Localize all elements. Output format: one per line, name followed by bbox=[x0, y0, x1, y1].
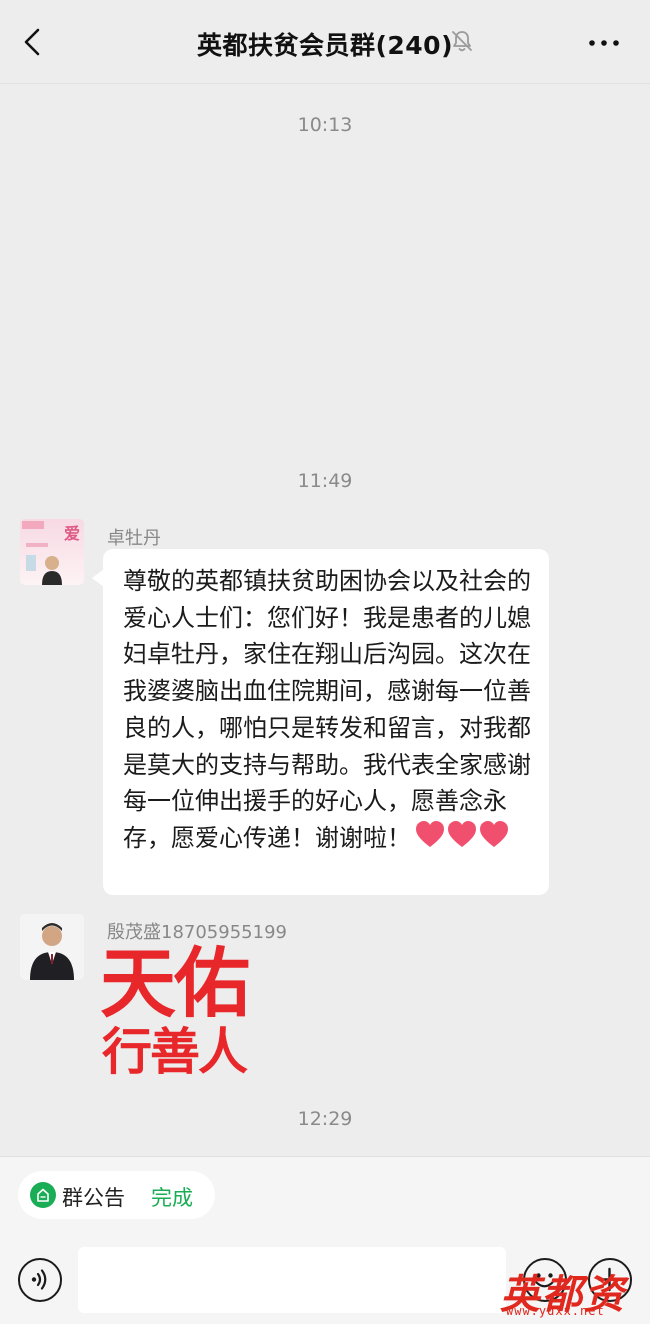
chat-title-text: 英都扶贫会员群(240) bbox=[196, 31, 454, 60]
sticker-text: 行善人 bbox=[102, 1022, 248, 1081]
message-input[interactable] bbox=[78, 1247, 506, 1313]
avatar[interactable] bbox=[20, 914, 84, 980]
sticker-text: 天佑 bbox=[100, 939, 250, 1028]
notice-icon bbox=[30, 1182, 56, 1208]
message-bubble[interactable]: 尊敬的英都镇扶贫助困协会以及社会的爱心人士们：您们好！我是患者的儿媳妇卓牡丹，家… bbox=[92, 549, 549, 895]
chat-header: 英都扶贫会员群(240) bbox=[0, 0, 650, 84]
voice-input-button[interactable] bbox=[18, 1258, 62, 1302]
avatar-text: 爱 bbox=[64, 524, 80, 543]
notice-done-link[interactable]: 完成 bbox=[151, 1182, 193, 1212]
timestamp: 12:29 bbox=[297, 1108, 353, 1130]
more-options-button[interactable] bbox=[584, 26, 624, 60]
sender-name: 卓牡丹 bbox=[107, 528, 161, 549]
chat-title: 英都扶贫会员群(240) bbox=[0, 26, 650, 62]
timestamp: 10:13 bbox=[297, 114, 353, 136]
voice-icon bbox=[31, 1269, 47, 1290]
timestamp: 11:49 bbox=[297, 470, 353, 492]
message-text: 尊敬的英都镇扶贫助困协会以及社会的爱心人士们：您们好！我是患者的儿媳妇卓牡丹，家… bbox=[123, 567, 531, 852]
message-text-container: 尊敬的英都镇扶贫助困协会以及社会的爱心人士们：您们好！我是患者的儿媳妇卓牡丹，家… bbox=[123, 563, 535, 861]
heart-emoji-group bbox=[415, 820, 511, 861]
group-notice-chip[interactable]: 群公告 完成 bbox=[18, 1171, 215, 1219]
more-dots-icon bbox=[589, 40, 619, 46]
bell-mute-icon bbox=[449, 28, 475, 54]
watermark-url: www.ydxx.net bbox=[506, 1304, 605, 1318]
heart-icon bbox=[416, 820, 508, 847]
chat-screen: 英都扶贫会员群(240) 10:13 11:49 爱 卓牡丹 尊敬的英都镇扶贫助… bbox=[0, 0, 650, 1324]
notice-label: 群公告 bbox=[62, 1186, 125, 1210]
sticker-image[interactable]: 天佑 行善人 bbox=[100, 940, 280, 1080]
avatar[interactable]: 爱 bbox=[20, 519, 84, 585]
watermark-logo: 英都资讯 www.ydxx.net bbox=[500, 1262, 650, 1324]
